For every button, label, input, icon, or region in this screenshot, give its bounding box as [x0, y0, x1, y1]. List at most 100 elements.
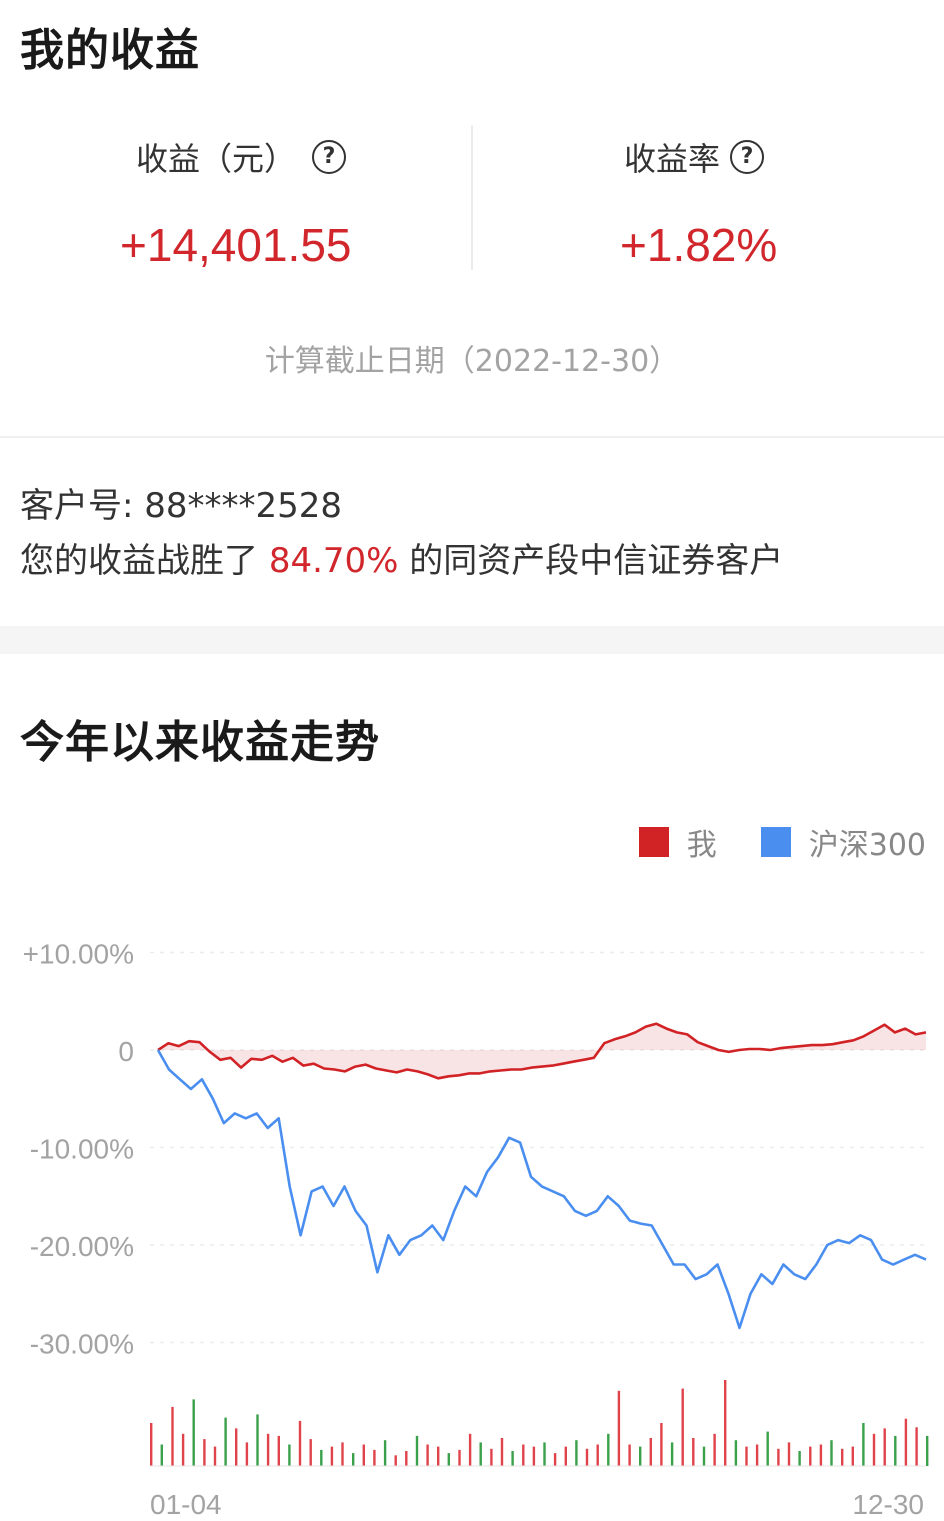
profit-label: 收益（元）: [136, 140, 297, 178]
trend-chart[interactable]: +10.00% 0 -10.00% -20.00% -30.00% 01-04 12-30: [0, 900, 944, 1521]
volume-bar: [585, 1448, 589, 1466]
chart-legend: 我 沪深300: [595, 820, 926, 864]
series-line-index: [156, 1049, 927, 1330]
volume-bar: [660, 1423, 663, 1466]
volume-bar: [872, 1433, 876, 1467]
volume-bar: [553, 1453, 557, 1466]
legend-swatch-index: [760, 827, 791, 857]
volume-bar: [639, 1446, 642, 1466]
volume-bar: [522, 1444, 525, 1466]
y-tick-label: -30.00%: [30, 1329, 134, 1360]
volume-bar: [181, 1433, 185, 1467]
volume-bar: [415, 1435, 419, 1466]
volume-bar: [628, 1444, 631, 1466]
rate-value: +1.82%: [620, 219, 778, 271]
volume-bar: [330, 1446, 334, 1466]
volume-bar: [160, 1444, 163, 1466]
volume-bar: [352, 1453, 355, 1466]
volume-bar: [447, 1453, 450, 1466]
volume-bar: [862, 1423, 865, 1466]
volume-bar: [277, 1435, 280, 1466]
beat-percent: 84.70%: [268, 541, 399, 581]
y-tick-label: -20.00%: [30, 1231, 134, 1262]
volume-bar: [224, 1417, 227, 1466]
profit-value: +14,401.55: [120, 219, 352, 271]
volume-bar: [373, 1449, 376, 1466]
beat-prefix: 您的收益战胜了: [20, 541, 269, 581]
volume-bar: [883, 1428, 886, 1466]
legend-label-index: 沪深300: [808, 828, 926, 863]
divider: [0, 436, 944, 438]
volume-bar: [341, 1442, 344, 1467]
y-tick-label: 0: [118, 1036, 134, 1067]
volume-bar: [755, 1444, 759, 1466]
help-icon[interactable]: ?: [312, 140, 347, 174]
volume-bar: [500, 1438, 504, 1466]
help-icon[interactable]: ?: [730, 140, 765, 174]
volume-bar: [213, 1446, 217, 1466]
volume-bar: [405, 1451, 408, 1466]
volume-bar: [617, 1390, 621, 1467]
volume-bar: [543, 1442, 546, 1467]
volume-bar: [724, 1380, 727, 1466]
volume-bar: [575, 1440, 578, 1466]
profit-label-group: 收益（元） ?: [136, 134, 347, 180]
volume-bar: [150, 1423, 153, 1466]
volume-bar: [256, 1414, 259, 1466]
volume-bar: [841, 1448, 844, 1466]
volume-bar: [235, 1428, 238, 1466]
beat-ranking: 您的收益战胜了 84.70% 的同资产段中信证券客户: [20, 533, 783, 582]
volume-bar: [171, 1406, 174, 1466]
volume-bar: [320, 1449, 323, 1466]
volume-bar: [309, 1439, 312, 1466]
volume-bar: [670, 1442, 674, 1467]
calc-date-note: 计算截止日期（2022-12-30）: [264, 344, 680, 379]
volume-bar: [383, 1440, 387, 1466]
series-area-mine: [158, 1023, 926, 1079]
volume-bar: [532, 1446, 536, 1466]
volume-bar: [192, 1399, 195, 1467]
volume-bar: [851, 1446, 854, 1466]
volume-bar: [787, 1442, 791, 1467]
section-gap: [0, 626, 944, 654]
legend-item-index[interactable]: 沪深300: [760, 820, 926, 864]
rate-label-group: 收益率 ?: [624, 134, 765, 180]
volume-bar: [894, 1435, 897, 1466]
volume-bar: [819, 1444, 823, 1466]
rate-label: 收益率: [624, 140, 721, 178]
volume-bar: [596, 1444, 599, 1466]
legend-swatch-mine: [638, 827, 669, 857]
beat-suffix: 的同资产段中信证券客户: [398, 541, 784, 581]
volume-bar: [766, 1431, 769, 1466]
volume-bar: [926, 1435, 929, 1466]
volume-bar: [426, 1444, 429, 1466]
volume-bar: [298, 1420, 302, 1466]
volume-bar: [830, 1440, 833, 1466]
volume-bar: [702, 1446, 706, 1466]
volume-bar: [915, 1427, 918, 1466]
volume-bar: [564, 1446, 567, 1466]
volume-bar: [203, 1439, 206, 1466]
legend-item-mine[interactable]: 我: [638, 820, 717, 864]
volume-bar: [362, 1444, 365, 1466]
legend-label-mine: 我: [686, 828, 717, 863]
section-title: 今年以来收益走势: [20, 717, 380, 768]
volume-bar: [734, 1440, 738, 1466]
volume-bar: [692, 1438, 695, 1466]
volume-bar: [777, 1448, 780, 1466]
volume-bar: [681, 1388, 684, 1466]
volume-bar: [266, 1433, 270, 1467]
y-tick-label: +10.00%: [23, 939, 134, 970]
volume-bar: [437, 1446, 440, 1466]
volume-bar: [479, 1442, 482, 1467]
volume-bar: [607, 1433, 610, 1467]
volume-bar: [288, 1444, 291, 1466]
volume-bar: [245, 1442, 249, 1467]
volume-bar: [713, 1433, 716, 1467]
page-title: 我的收益: [20, 25, 200, 76]
client-number: 客户号: 88****2528: [20, 486, 343, 526]
volume-bar: [798, 1451, 801, 1466]
volume-bar: [490, 1448, 493, 1466]
volume-bar: [649, 1438, 652, 1466]
volume-bar: [468, 1433, 472, 1467]
